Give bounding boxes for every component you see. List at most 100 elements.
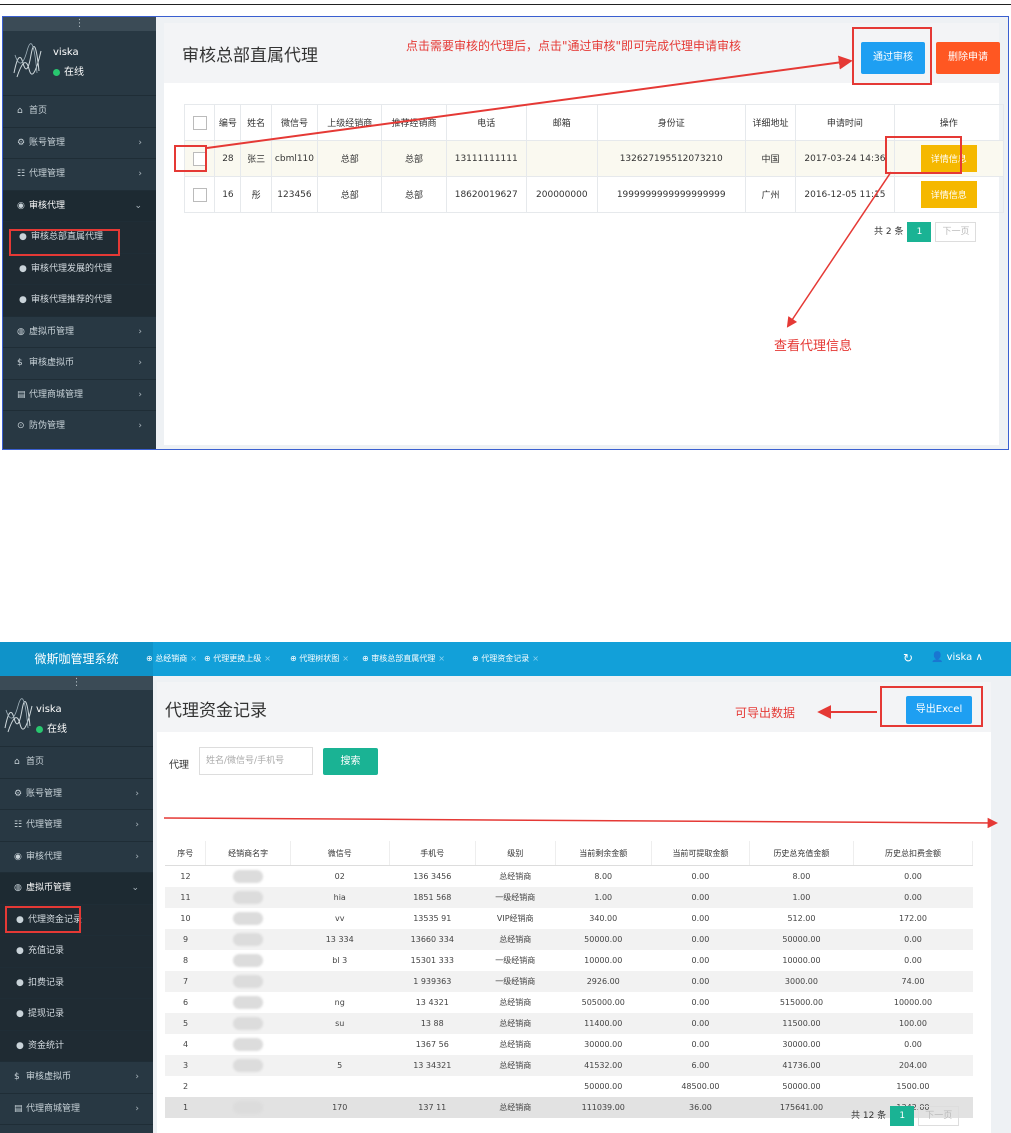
table-row[interactable]: 5 su 13 88 总经销商 11400.00 0.00 11500.00 100.00 [165, 1013, 973, 1034]
detail-info-button[interactable]: 详情信息 [920, 181, 977, 208]
sidebar-item[interactable]: ⊙防伪管理› [3, 410, 156, 442]
sidebar-item[interactable]: ⊙防伪管理› [0, 1124, 153, 1133]
sidebar-item[interactable]: ◉ 审核代理 ⌄ [3, 189, 156, 221]
sidebar-item[interactable]: ▤ 代理商城管理 › [0, 1092, 153, 1125]
table-cell: 02 [334, 872, 345, 881]
sidebar-item-label: 扣费记录 [28, 977, 65, 988]
user-menu[interactable]: 👤 viska ∧ [931, 652, 983, 663]
table-cell: 50000.00 [555, 929, 652, 950]
gears-icon: ⚙ [17, 137, 26, 148]
sidebar-item[interactable]: ● 扣费记录 [0, 966, 153, 998]
table-cell: 5 [165, 1013, 206, 1034]
sidebar-item[interactable]: ● 提现记录 [0, 998, 153, 1030]
sidebar-item-label: 虚拟币管理 [29, 326, 75, 337]
eye-icon: ◉ [17, 200, 25, 211]
close-icon[interactable]: × [190, 654, 197, 663]
close-icon[interactable]: × [438, 654, 445, 663]
circle-plus-icon: ⊕ [362, 654, 372, 663]
sidebar-item[interactable]: ● 审核代理推荐的代理 [3, 284, 156, 316]
table-cell: bl 3 [332, 956, 348, 965]
sidebar-item[interactable]: ● 资金统计 [0, 1029, 153, 1061]
table-cell: 10000.00 [584, 956, 623, 965]
table-row[interactable]: 12 02 136 3456 总经销商 8.00 0.00 8.00 0.00 [165, 866, 973, 888]
close-icon[interactable]: × [342, 654, 349, 663]
table-cell: 36.00 [651, 1097, 750, 1118]
tab[interactable]: ⊕ 代理树状图 × [290, 642, 349, 676]
tab[interactable]: ⊕ 代理更换上级 × [204, 642, 271, 676]
table-cell: 170 [290, 1097, 390, 1118]
table-cell: 11500.00 [749, 1013, 854, 1034]
delete-application-button[interactable]: 删除申请 [936, 42, 1000, 74]
table-cell: 132627195512073210 [596, 140, 746, 177]
table-cell: 15301 333 [410, 956, 454, 965]
close-icon[interactable]: × [532, 654, 539, 663]
table-cell: 172.00 [898, 914, 927, 923]
tab[interactable]: ⊕ 审核总部直属代理 × [362, 642, 445, 676]
coin-icon: ◍ [17, 326, 25, 337]
pagination-next[interactable]: 下一页 [935, 222, 977, 242]
table-row[interactable]: 8 bl 3 15301 333 一级经销商 10000.00 0.00 10000.00 0… [165, 950, 973, 971]
column-header: 当前剩余金额 [555, 841, 652, 866]
sidebar-item[interactable]: ⌂ 首页 [3, 95, 156, 127]
search-input[interactable]: 姓名/微信号/手机号 [199, 747, 313, 775]
table-row[interactable]: 10 vv 13535 91 VIP经销商 340.00 0.00 512.00 172.00 [165, 908, 973, 929]
table-row[interactable]: 28 张三 cbml110 总部 总部 13111111111 13262719551207… [183, 140, 1004, 177]
table-row[interactable]: 16 彤 123456 总部 总部 18620019627 200000000 1999999… [183, 176, 1004, 213]
table-cell: 13 34321 [389, 1055, 476, 1076]
table-cell: 总经销商 [475, 929, 556, 950]
sidebar-item[interactable]: ⚙ 账号管理 › [0, 777, 153, 810]
table-cell: 41736.00 [749, 1055, 854, 1076]
table-row[interactable]: 6 ng 13 4321 总经销商 505000.00 0.00 515000.00 1000… [165, 992, 973, 1013]
column-header [183, 104, 216, 141]
column-header: 历史总充值金额 [749, 841, 854, 866]
table-cell: 111039.00 [555, 1097, 652, 1118]
table-cell: 0.00 [904, 1040, 922, 1049]
sidebar-item[interactable]: ● 审核代理发展的代理 [3, 252, 156, 284]
title-bar [157, 682, 991, 732]
table-cell [290, 1076, 389, 1097]
blurred-name [233, 975, 264, 988]
table-row[interactable]: 7 1 939363 一级经销商 2926.00 0.00 3000.00 74.00 [165, 971, 973, 992]
eye-icon: ◉ [14, 851, 22, 862]
sidebar-item[interactable]: ⚙ 账号管理 › [3, 126, 156, 159]
pagination-next[interactable]: 下一页 [918, 1106, 960, 1126]
refresh-icon[interactable]: ↻ [903, 651, 913, 665]
sidebar-item[interactable]: ◉ 审核代理 › [0, 840, 153, 873]
pagination-current-page[interactable]: 1 [907, 222, 932, 242]
tab[interactable]: ⊕ 代理资金记录 × [472, 642, 539, 676]
sidebar-item[interactable]: ◍ 虚拟币管理 ⌄ [0, 872, 153, 904]
sidebar-item[interactable]: ☷ 代理管理 › [3, 158, 156, 190]
select-all-checkbox[interactable] [192, 115, 207, 130]
sidebar-item[interactable]: $ 审核虚拟币 › [3, 347, 156, 379]
table-row[interactable]: 4 1367 56 总经销商 30000.00 0.00 30000.00 0.00 [165, 1034, 973, 1055]
sidebar-toggle-icon[interactable]: ⋮ [0, 676, 153, 690]
sidebar-item[interactable]: ▤ 代理商城管理 › [3, 378, 156, 411]
user-panel: viska 在线 [3, 31, 156, 95]
search-button[interactable]: 搜索 [323, 748, 378, 775]
sidebar-item[interactable]: ● 充值记录 [0, 935, 153, 967]
close-icon[interactable]: × [264, 654, 271, 663]
table-cell: 16 [214, 176, 242, 213]
table-row[interactable]: 9 13 334 13660 334 总经销商 50000.00 0.00 50000.00… [165, 929, 973, 950]
table-cell: 总经销商 [499, 872, 532, 881]
sidebar-item-label: 审核代理 [26, 851, 63, 862]
table-cell: 204.00 [853, 1055, 973, 1076]
blurred-name [233, 1059, 264, 1072]
blurred-name [233, 870, 264, 883]
pagination-current-page[interactable]: 1 [890, 1106, 915, 1126]
sidebar: ⋮ viska 在线 ⌂ 首页 ⚙ 账号管理 › ☷ 代理管理 › ◉ 审核代理 › ◍ 虚拟币管理 ⌄ ●… [0, 676, 153, 1133]
brand-title[interactable]: 微斯咖管理系统 [0, 642, 153, 676]
sidebar-item[interactable]: ◍ 虚拟币管理 › [3, 315, 156, 348]
table-cell [205, 1013, 291, 1034]
row-checkbox[interactable] [192, 187, 207, 202]
sidebar-item[interactable]: ⌂ 首页 [0, 746, 153, 778]
sidebar-item[interactable]: ☷ 代理管理 › [0, 809, 153, 841]
table-row[interactable]: 2 50000.00 48500.00 50000.00 1500.00 [165, 1076, 973, 1097]
sidebar-item[interactable]: $ 审核虚拟币 › [0, 1061, 153, 1093]
tab[interactable]: ⊕ 总经销商 × [146, 642, 197, 676]
table-row[interactable]: 3 5 13 34321 总经销商 41532.00 6.00 41736.00 204.00 [165, 1055, 973, 1076]
sidebar-toggle-icon[interactable]: ⋮ [3, 17, 156, 31]
table-row[interactable]: 11 hia 1851 568 一级经销商 1.00 0.00 1.00 0.00 [165, 887, 973, 908]
user-status-label: 在线 [47, 724, 67, 735]
tab-label: 代理资金记录 [481, 654, 530, 663]
